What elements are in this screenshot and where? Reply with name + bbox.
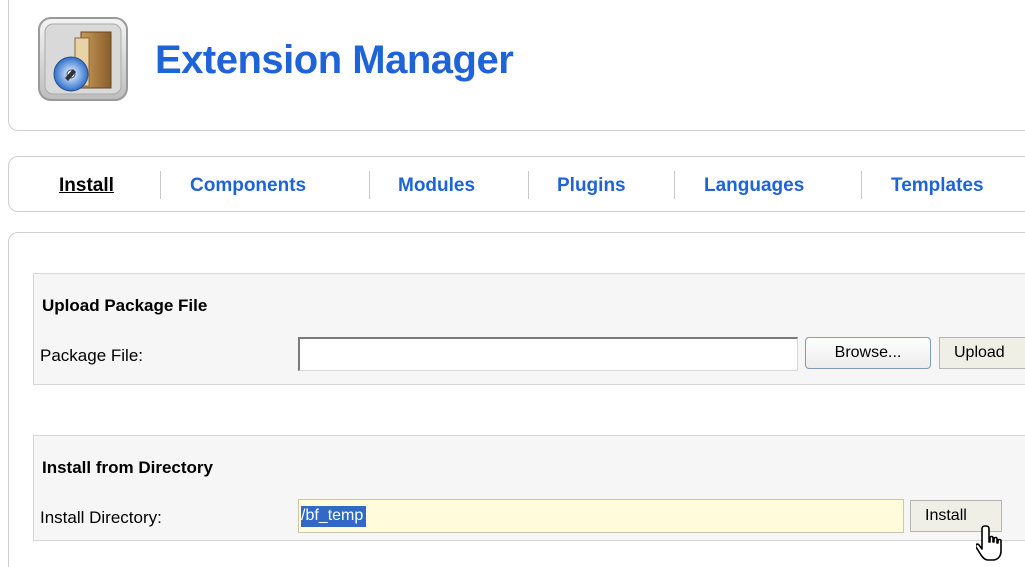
upload-package-section: Upload Package File Package File: Browse…: [33, 273, 1025, 385]
browse-button[interactable]: Browse...: [805, 337, 931, 369]
install-directory-value: /bf_temp: [301, 506, 367, 527]
install-directory-label: Install Directory:: [40, 508, 162, 527]
tab-bar: Install Components Modules Plugins Langu…: [8, 156, 1025, 212]
tab-separator: [674, 171, 675, 199]
package-file-input[interactable]: [298, 337, 798, 371]
tab-languages[interactable]: Languages: [704, 175, 804, 197]
tab-separator: [528, 171, 529, 199]
directory-section-title: Install from Directory: [42, 458, 213, 477]
page-title: Extension Manager: [155, 38, 514, 82]
tab-separator: [160, 171, 161, 199]
tab-separator: [861, 171, 862, 199]
tab-plugins[interactable]: Plugins: [557, 175, 626, 197]
extension-manager-page: Extension Manager Install Components Mod…: [0, 0, 1025, 567]
page-header: Extension Manager: [8, 0, 1025, 131]
tab-install[interactable]: Install: [59, 175, 114, 197]
upload-section-title: Upload Package File: [42, 296, 208, 315]
tab-components[interactable]: Components: [190, 175, 306, 197]
extension-package-icon: [35, 16, 131, 104]
install-from-directory-section: Install from Directory Install Directory…: [33, 435, 1025, 541]
tab-separator: [369, 171, 370, 199]
tab-templates[interactable]: Templates: [891, 175, 984, 197]
hand-pointer-icon: [974, 524, 1010, 564]
install-directory-input[interactable]: /bf_temp: [298, 499, 904, 533]
tab-modules[interactable]: Modules: [398, 175, 475, 197]
main-panel: Upload Package File Package File: Browse…: [8, 232, 1025, 567]
package-file-label: Package File:: [40, 346, 143, 365]
upload-button[interactable]: Upload: [939, 337, 1025, 369]
